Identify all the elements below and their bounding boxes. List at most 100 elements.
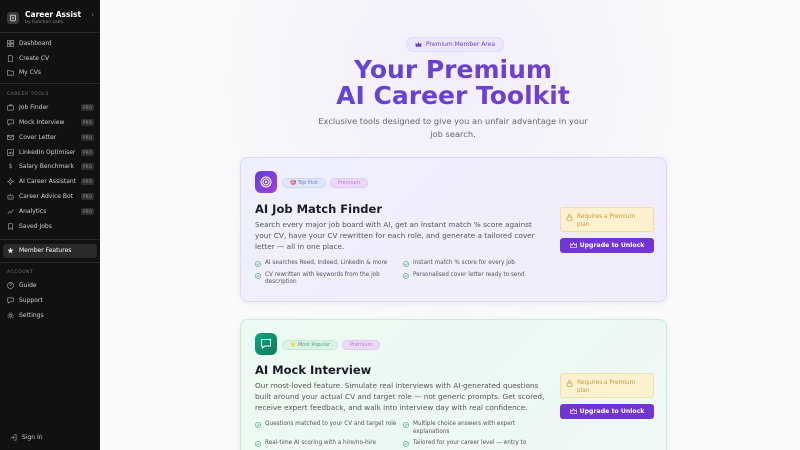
premium-badge: Premium Member Area (406, 37, 504, 52)
sidebar-item-salary-benchmark[interactable]: $ Salary Benchmark PRO (3, 160, 97, 175)
feature-item: AI searches Reed, Indeed, LinkedIn & mor… (255, 260, 403, 268)
feature-text: Instant match % score for every job (413, 260, 515, 266)
feature-text: AI searches Reed, Indeed, LinkedIn & mor… (265, 260, 388, 266)
upgrade-button[interactable]: Upgrade to Unlock (560, 404, 654, 419)
upgrade-button[interactable]: Upgrade to Unlock (560, 238, 654, 253)
sidebar-item-cover-letter[interactable]: Cover Letter PRO (3, 130, 97, 145)
sidebar-item-label: Analytics (19, 207, 47, 215)
chat-icon (255, 333, 277, 355)
card-tags: 🎯 Top Pick Premium (282, 178, 369, 188)
support-icon (7, 297, 14, 304)
collapse-sidebar-icon[interactable]: ‹ (91, 11, 94, 19)
check-icon (403, 441, 409, 448)
crown-icon (569, 408, 577, 415)
sidebar-item-label: Saved Jobs (19, 222, 52, 230)
sidebar-item-label: Dashboard (19, 39, 52, 47)
feature-text: Real-time AI scoring with a hire/no-hire (265, 440, 376, 447)
sidebar-item-my-cvs[interactable]: My CVs (3, 66, 97, 81)
file-icon (7, 54, 14, 62)
premium-required-notice: Requires a Premium plan (560, 373, 654, 398)
briefcase-icon (7, 104, 14, 111)
divider (0, 262, 100, 264)
card-title: AI Job Match Finder (255, 202, 382, 216)
sidebar-item-mock-interview[interactable]: Mock Interview PRO (3, 115, 97, 130)
premium-required-text: Requires a Premium plan (577, 214, 636, 228)
divider (0, 238, 100, 240)
pro-badge: PRO (81, 148, 94, 156)
brand-subtitle: by Function Labs (25, 20, 63, 25)
feature-item: Real-time AI scoring with a hire/no-hire (255, 440, 403, 448)
career-tools-nav: Job Finder PRO Mock Interview PRO Cover … (0, 100, 100, 233)
check-icon (255, 261, 261, 267)
premium-required-text: Requires a Premium plan (577, 380, 636, 394)
sidebar-item-ai-career-assistant[interactable]: AI Career Assistant PRO (3, 174, 97, 189)
premium-badge-label: Premium Member Area (426, 41, 495, 48)
check-icon (403, 422, 409, 428)
feature-card-job-match: 🎯 Top Pick Premium AI Job Match Finder S… (240, 157, 667, 302)
login-icon (10, 434, 17, 441)
pro-badge: PRO (81, 193, 94, 201)
premium-tag: Premium (342, 340, 381, 350)
mail-icon (7, 134, 14, 141)
sidebar-item-settings[interactable]: Settings (3, 308, 97, 323)
feature-item: Personalised cover letter ready to send (403, 272, 543, 287)
sidebar-item-dashboard[interactable]: Dashboard (3, 36, 97, 51)
check-icon (403, 272, 409, 279)
premium-tag: Premium (329, 178, 369, 188)
folder-icon (7, 69, 14, 76)
sidebar-item-career-advice-bot[interactable]: Career Advice Bot PRO (3, 189, 97, 204)
feature-text: CV rewritten with keywords from the job … (265, 271, 380, 286)
feature-list: Questions matched to your CV and target … (255, 421, 545, 448)
page-subtitle: Exclusive tools designed to give you an … (318, 116, 588, 139)
pro-badge: PRO (81, 133, 94, 141)
page-title: Your Premium AI Career Toolkit (100, 57, 800, 109)
crown-icon (415, 41, 422, 47)
target-icon (255, 171, 277, 193)
sign-in-button[interactable]: Sign In (6, 430, 94, 445)
upgrade-button-label: Upgrade to Unlock (579, 242, 645, 249)
premium-required-notice: Requires a Premium plan (560, 207, 654, 232)
sidebar-item-label: Salary Benchmark (19, 163, 74, 171)
check-icon (255, 441, 261, 448)
sidebar-item-label: Create CV (19, 54, 50, 62)
page-title-line1: Your Premium (354, 55, 552, 84)
sidebar-item-linkedin-optimiser[interactable]: LinkedIn Optimiser PRO (3, 145, 97, 160)
most-popular-tag: ⭐ Most Popular (282, 340, 339, 350)
sidebar-item-create-cv[interactable]: Create CV (3, 51, 97, 66)
sidebar-item-saved-jobs[interactable]: Saved Jobs (3, 219, 97, 234)
chart-icon (7, 208, 14, 215)
feature-text: Tailored for your career level — entry t… (413, 440, 527, 447)
sidebar-item-guide[interactable]: Guide (3, 278, 97, 293)
sidebar-item-member-features[interactable]: Member Features (3, 243, 97, 259)
feature-item: Questions matched to your CV and target … (255, 421, 403, 436)
linkedin-icon (7, 148, 14, 156)
lock-icon (566, 379, 573, 387)
sidebar-item-analytics[interactable]: Analytics PRO (3, 204, 97, 219)
sidebar-item-label: Support (19, 297, 43, 305)
sidebar-item-label: Guide (19, 282, 37, 290)
pro-badge: PRO (81, 119, 94, 127)
check-icon (255, 272, 261, 279)
dollar-icon: $ (8, 163, 13, 171)
feature-item: Tailored for your career level — entry t… (403, 440, 543, 448)
crown-icon (569, 242, 577, 249)
signin-area: Sign In (3, 430, 97, 445)
card-description: Search every major job board with AI, ge… (255, 220, 535, 251)
page-title-line2: AI Career Toolkit (336, 81, 570, 110)
sidebar-item-support[interactable]: Support (3, 293, 97, 308)
main-nav: Dashboard Create CV My CVs (0, 36, 100, 80)
feature-item: CV rewritten with keywords from the job … (255, 272, 403, 287)
bot-icon (7, 193, 14, 200)
sidebar-item-job-finder[interactable]: Job Finder PRO (3, 100, 97, 115)
sidebar-item-label: AI Career Assistant (19, 178, 77, 186)
brand: Career Assist by Function Labs ‹ (0, 0, 100, 30)
feature-card-mock-interview: ⭐ Most Popular Premium AI Mock Interview… (240, 319, 667, 450)
top-pick-tag: 🎯 Top Pick (282, 178, 326, 188)
sidebar: Career Assist by Function Labs ‹ Dashboa… (0, 0, 100, 450)
divider (0, 32, 100, 33)
divider (0, 83, 100, 85)
check-icon (255, 422, 261, 428)
feature-item: Instant match % score for every job (403, 260, 543, 268)
sidebar-item-label: Career Advice Bot (19, 193, 74, 201)
sidebar-item-label: My CVs (19, 69, 42, 77)
